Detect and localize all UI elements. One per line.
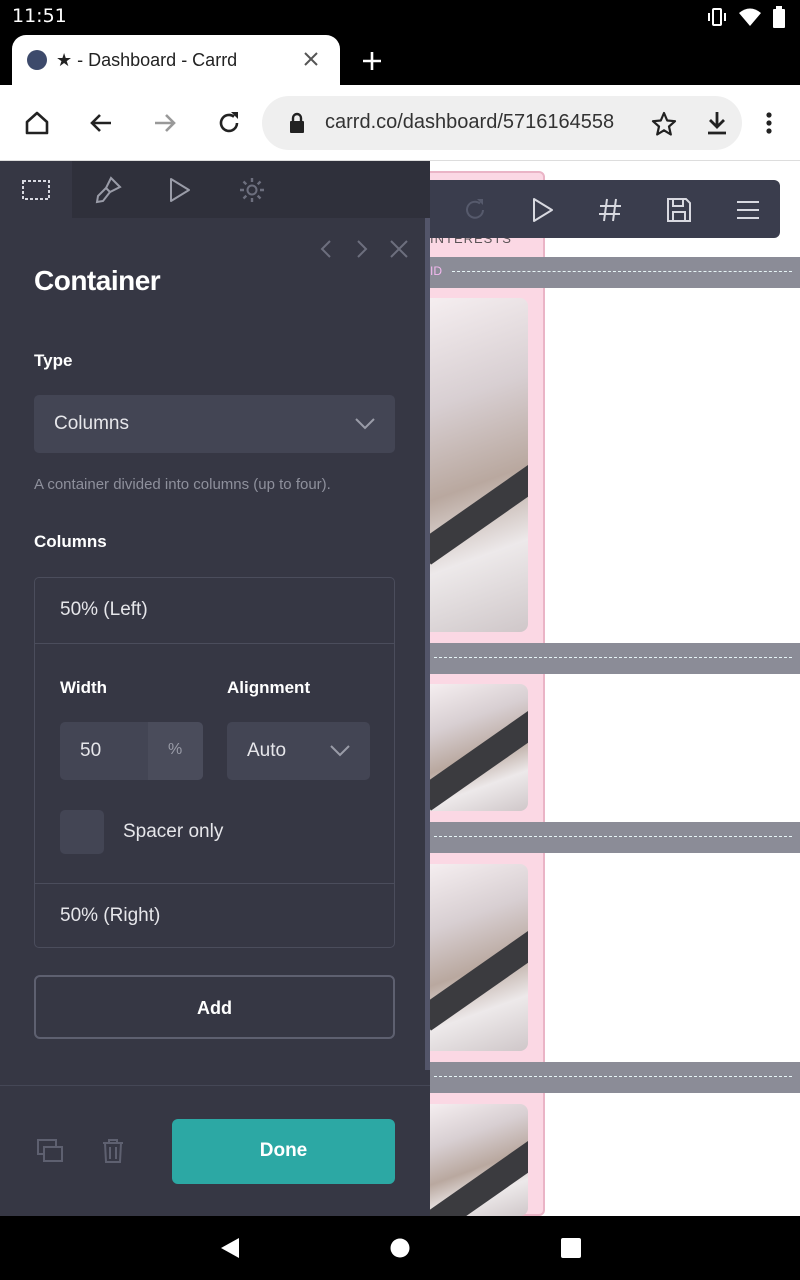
recents-nav-icon[interactable] (560, 1236, 582, 1260)
download-icon[interactable] (704, 109, 730, 137)
browser-tab[interactable]: ★ - Dashboard - Carrd (12, 35, 340, 85)
trash-icon[interactable] (101, 1138, 125, 1164)
type-label: Type (34, 351, 73, 370)
panel-scrollbar[interactable] (425, 218, 430, 1070)
width-unit: % (148, 722, 203, 780)
tab-settings[interactable] (216, 161, 288, 218)
tab-layout[interactable] (0, 161, 72, 218)
redo-icon[interactable] (462, 197, 488, 223)
gear-icon (240, 177, 264, 202)
width-label: Width (60, 678, 108, 697)
tab-title: ★ - Dashboard - Carrd (56, 50, 238, 70)
address-bar[interactable]: carrd.co/dashboard/5716164558 (262, 96, 742, 150)
status-icons (706, 6, 786, 28)
column-item-label: 50% (Right) (60, 905, 161, 926)
photo-image (430, 864, 528, 1051)
chevron-down-icon (355, 418, 375, 430)
column-item-label: 50% (Left) (60, 599, 148, 620)
home-icon[interactable] (23, 109, 51, 137)
tab-animation[interactable] (144, 161, 216, 218)
section-divider: ID (430, 257, 800, 288)
bookmark-star-icon[interactable] (650, 110, 678, 138)
alignment-select[interactable]: Auto (227, 722, 370, 780)
close-tab-icon[interactable] (300, 48, 322, 70)
chevron-down-icon (330, 745, 350, 757)
section-divider (430, 643, 800, 674)
close-panel-icon[interactable] (389, 239, 409, 259)
forward-arrow-icon[interactable] (151, 109, 179, 137)
play-icon (170, 177, 190, 202)
panel-tabs (0, 161, 430, 218)
add-column-button[interactable]: Add (34, 975, 395, 1039)
status-time: 11:51 (12, 5, 67, 27)
hash-icon[interactable] (597, 197, 623, 223)
save-icon[interactable] (666, 197, 692, 223)
type-select-value: Columns (54, 413, 129, 434)
carrd-favicon-icon (27, 50, 47, 70)
tab-strip: ★ - Dashboard - Carrd (0, 34, 800, 85)
width-input[interactable]: 50 % (60, 722, 203, 780)
url-text: carrd.co/dashboard/5716164558 (325, 111, 615, 133)
type-select[interactable]: Columns (34, 395, 395, 453)
browser-menu-icon[interactable] (757, 111, 781, 135)
done-button[interactable]: Done (172, 1119, 395, 1184)
reload-icon[interactable] (215, 109, 243, 137)
photo-image (430, 298, 528, 632)
status-bar: 11:51 (0, 0, 800, 34)
marquee-select-icon (22, 179, 50, 200)
panel-footer: Done (0, 1085, 430, 1216)
columns-list: 50% (Left) Width Alignment 50 % Auto Spa… (34, 577, 395, 948)
battery-icon (773, 6, 785, 28)
section-tag: ID (430, 264, 442, 278)
section-divider (430, 822, 800, 853)
preview-play-icon[interactable] (531, 197, 555, 223)
alignment-select-value: Auto (247, 740, 287, 761)
brush-icon (95, 175, 122, 203)
width-value: 50 (80, 740, 102, 761)
panel-title: Container (34, 265, 161, 296)
spacer-only-checkbox[interactable] (60, 810, 104, 854)
column-item-right[interactable]: 50% (Right) (35, 884, 394, 949)
android-nav-bar (0, 1216, 800, 1280)
canvas-toolbar (430, 180, 780, 238)
prev-element-icon[interactable] (318, 239, 334, 259)
alignment-label: Alignment (227, 678, 311, 697)
hamburger-menu-icon[interactable] (735, 197, 761, 223)
duplicate-icon[interactable] (36, 1138, 64, 1164)
next-element-icon[interactable] (354, 239, 370, 259)
section-divider (430, 1062, 800, 1093)
browser-toolbar: carrd.co/dashboard/5716164558 (0, 85, 800, 161)
column-settings: Width Alignment 50 % Auto Spacer only (35, 643, 394, 884)
photo-image (430, 684, 528, 811)
lock-icon (290, 112, 304, 133)
wifi-icon (739, 8, 761, 26)
type-hint: A container divided into columns (up to … (34, 476, 331, 493)
home-nav-icon[interactable] (389, 1236, 411, 1260)
photo-image (430, 1104, 528, 1216)
spacer-only-label: Spacer only (123, 821, 224, 842)
columns-label: Columns (34, 532, 107, 551)
back-nav-icon[interactable] (219, 1236, 241, 1260)
column-item-left[interactable]: 50% (Left) (35, 578, 394, 643)
tab-style[interactable] (72, 161, 144, 218)
back-arrow-icon[interactable] (87, 109, 115, 137)
new-tab-icon[interactable] (360, 49, 384, 73)
container-editor-panel: Container Type Columns A container divid… (0, 161, 430, 1216)
vibrate-icon (708, 8, 726, 26)
